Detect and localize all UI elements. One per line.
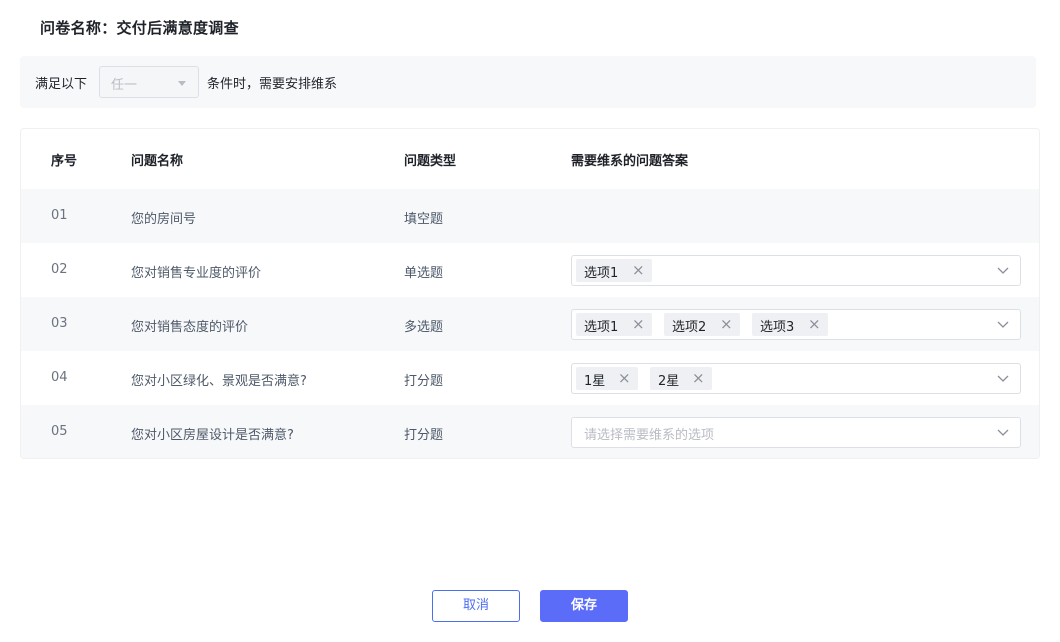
row-question-type: 单选题 — [404, 266, 444, 281]
questions-table: 序号 问题名称 问题类型 需要维系的问题答案 01 您的房间号 填空题 02 您对销售专… — [20, 128, 1040, 459]
header-index: 序号 — [51, 154, 78, 169]
chevron-down-icon[interactable] — [996, 425, 1010, 439]
answer-multi-select[interactable]: 1星 × 2星 × — [571, 363, 1021, 394]
row-question-type: 打分题 — [404, 374, 444, 389]
answer-tag: 选项3 × — [752, 313, 828, 336]
table-row: 02 您对销售专业度的评价 单选题 选项1 × — [21, 243, 1039, 297]
caret-down-icon — [178, 81, 186, 86]
condition-prefix: 满足以下 — [35, 77, 88, 92]
row-index: 03 — [51, 316, 68, 331]
answer-tag-label: 1星 — [584, 374, 606, 389]
row-question-name: 您对销售专业度的评价 — [131, 266, 262, 281]
close-icon[interactable]: × — [632, 261, 645, 279]
row-question-name: 您对小区房屋设计是否满意? — [131, 428, 294, 443]
table-header: 序号 问题名称 问题类型 需要维系的问题答案 — [21, 129, 1039, 189]
answer-multi-select[interactable]: 请选择需要维系的选项 — [571, 417, 1021, 448]
condition-match-value: 任一 — [111, 78, 138, 93]
chevron-down-icon[interactable] — [996, 317, 1010, 331]
condition-suffix: 条件时，需要安排维系 — [207, 77, 338, 92]
row-index: 05 — [51, 424, 68, 439]
answer-multi-select[interactable]: 选项1 × 选项2 × 选项3 × — [571, 309, 1021, 340]
row-question-type: 打分题 — [404, 428, 444, 443]
answer-tag: 2星 × — [650, 367, 712, 390]
header-question-name: 问题名称 — [131, 154, 184, 169]
answer-tag-label: 选项3 — [760, 320, 795, 335]
table-row: 04 您对小区绿化、景观是否满意? 打分题 1星 × 2星 × — [21, 351, 1039, 405]
close-icon[interactable]: × — [720, 315, 733, 333]
answer-tag: 选项1 × — [576, 259, 652, 282]
row-question-name: 您对小区绿化、景观是否满意? — [131, 374, 307, 389]
close-icon[interactable]: × — [692, 369, 705, 387]
answer-tag-label: 选项2 — [672, 320, 707, 335]
row-index: 02 — [51, 262, 68, 277]
table-row: 01 您的房间号 填空题 — [21, 189, 1039, 243]
save-button[interactable]: 保存 — [540, 590, 628, 622]
condition-match-select[interactable]: 任一 — [99, 66, 199, 98]
row-question-type: 填空题 — [404, 212, 444, 227]
answer-tag: 1星 × — [576, 367, 638, 390]
condition-bar: 满足以下 任一 条件时，需要安排维系 — [20, 56, 1036, 108]
header-answers: 需要维系的问题答案 — [571, 154, 689, 169]
table-row: 05 您对小区房屋设计是否满意? 打分题 请选择需要维系的选项 — [21, 405, 1039, 458]
close-icon[interactable]: × — [808, 315, 821, 333]
answer-tag: 选项2 × — [664, 313, 740, 336]
row-index: 04 — [51, 370, 68, 385]
answer-select-placeholder: 请选择需要维系的选项 — [584, 428, 715, 443]
answer-multi-select[interactable]: 选项1 × — [571, 255, 1021, 286]
survey-title: 问卷名称：交付后满意度调查 — [40, 19, 239, 37]
chevron-down-icon[interactable] — [996, 263, 1010, 277]
answer-tag-label: 选项1 — [584, 266, 619, 281]
answer-tag-label: 2星 — [658, 374, 680, 389]
row-question-name: 您的房间号 — [131, 212, 197, 227]
close-icon[interactable]: × — [632, 315, 645, 333]
row-index: 01 — [51, 208, 68, 223]
close-icon[interactable]: × — [618, 369, 631, 387]
table-row: 03 您对销售态度的评价 多选题 选项1 × 选项2 × 选项3 × — [21, 297, 1039, 351]
header-question-type: 问题类型 — [404, 154, 457, 169]
answer-tag: 选项1 × — [576, 313, 652, 336]
chevron-down-icon[interactable] — [996, 371, 1010, 385]
row-question-name: 您对销售态度的评价 — [131, 320, 249, 335]
row-question-type: 多选题 — [404, 320, 444, 335]
cancel-button[interactable]: 取消 — [432, 590, 520, 622]
answer-tag-label: 选项1 — [584, 320, 619, 335]
